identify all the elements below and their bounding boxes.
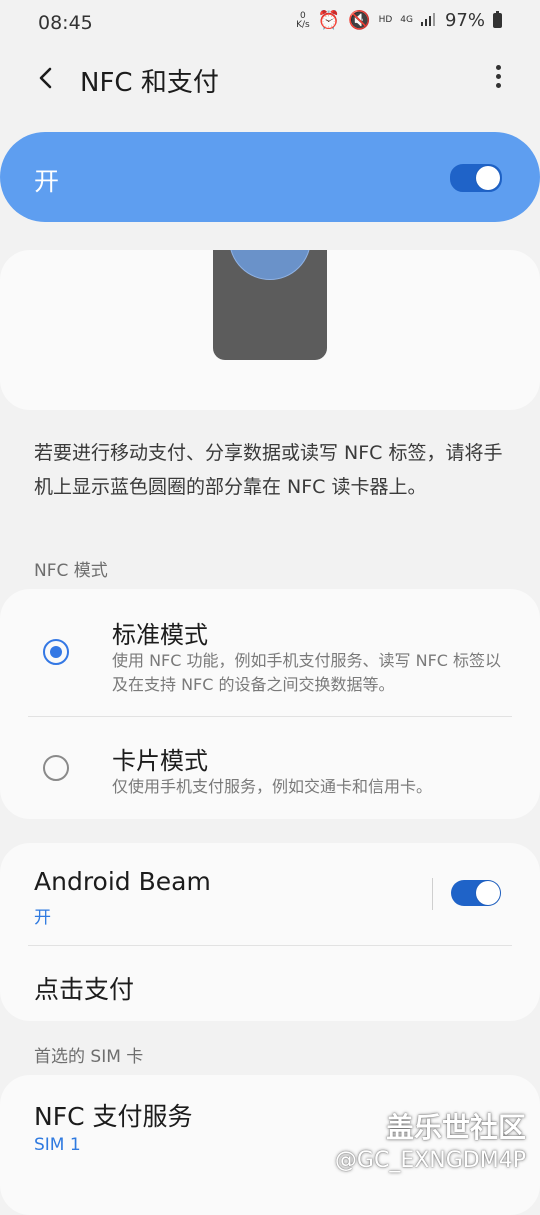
mode-option-standard[interactable]: 标准模式 使用 NFC 功能，例如手机支付服务、读写 NFC 标签以及在支持 N… <box>0 589 540 715</box>
android-beam-toggle[interactable] <box>451 880 501 906</box>
status-time: 08:45 <box>38 12 93 34</box>
toggle-knob <box>476 881 500 905</box>
mode-description: 使用 NFC 功能，例如手机支付服务、读写 NFC 标签以及在支持 NFC 的设… <box>112 651 502 694</box>
nfc-payment-service-title: NFC 支付服务 <box>34 1102 193 1131</box>
network-type-badge: 4G <box>400 15 413 25</box>
watermark-user: @GC_EXNGDM4P <box>334 1148 526 1173</box>
status-icons: 0 K/s ⏰ 🔇 HD 4G 97% <box>296 10 502 31</box>
network-speed-indicator: 0 K/s <box>296 11 310 30</box>
battery-icon <box>493 11 502 28</box>
nfc-description: 若要进行移动支付、分享数据或读写 NFC 标签，请将手机上显示蓝色圆圈的部分靠在… <box>34 442 503 498</box>
radio-card[interactable] <box>43 755 69 781</box>
mode-description: 仅使用手机支付服务，例如交通卡和信用卡。 <box>112 777 433 796</box>
back-button[interactable] <box>30 58 66 98</box>
volte-badge: HD <box>378 15 393 25</box>
master-switch-label: 开 <box>34 167 60 196</box>
mode-option-card[interactable]: 卡片模式 仅使用手机支付服务，例如交通卡和信用卡。 <box>0 717 540 817</box>
mode-title: 标准模式 <box>112 621 208 649</box>
more-options-button[interactable] <box>486 62 510 94</box>
status-bar: 08:45 0 K/s ⏰ 🔇 HD 4G 97% <box>0 0 540 46</box>
network-speed-unit: K/s <box>296 19 310 30</box>
alarm-icon: ⏰ <box>317 10 341 31</box>
phone-illustration <box>213 250 327 360</box>
nfc-payment-service-value: SIM 1 <box>34 1135 81 1155</box>
android-beam-title: Android Beam <box>34 867 211 896</box>
android-beam-status: 开 <box>34 908 51 928</box>
nfc-mode-header: NFC 模式 <box>34 561 108 581</box>
nfc-master-switch[interactable]: 开 <box>0 132 540 222</box>
back-arrow-icon <box>39 67 52 89</box>
radio-standard[interactable] <box>43 639 69 665</box>
tap-and-pay-title: 点击支付 <box>34 975 135 1004</box>
sim-section-header: 首选的 SIM 卡 <box>34 1047 144 1067</box>
mode-title: 卡片模式 <box>112 747 208 775</box>
battery-percent: 97% <box>444 10 485 31</box>
mute-icon: 🔇 <box>348 10 371 31</box>
vertical-separator <box>432 878 433 910</box>
app-bar: NFC 和支付 <box>0 54 540 102</box>
page-title: NFC 和支付 <box>80 68 219 98</box>
nfc-mode-card: 标准模式 使用 NFC 功能，例如手机支付服务、读写 NFC 标签以及在支持 N… <box>0 589 540 819</box>
nfc-area-circle <box>229 250 311 280</box>
signal-icon <box>420 10 437 31</box>
android-beam-row[interactable]: Android Beam 开 <box>0 843 540 945</box>
beam-pay-card: Android Beam 开 点击支付 <box>0 843 540 1021</box>
tap-and-pay-row[interactable]: 点击支付 <box>0 946 540 1021</box>
watermark-site: 盖乐世社区 <box>385 1111 526 1144</box>
more-vert-icon <box>486 65 510 88</box>
toggle-knob <box>476 166 500 190</box>
nfc-illustration <box>0 250 540 410</box>
master-toggle[interactable] <box>450 164 502 192</box>
